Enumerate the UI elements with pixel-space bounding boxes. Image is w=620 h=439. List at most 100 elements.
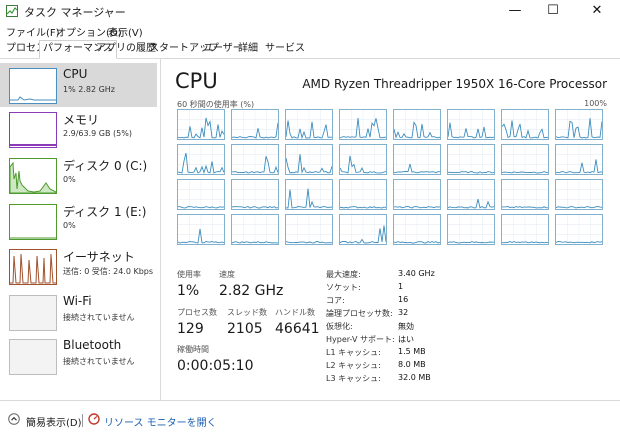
processor-name: AMD Ryzen Threadripper 1950X 16-Core Pro… xyxy=(302,77,607,91)
threads-value: 2105 xyxy=(227,321,263,337)
core-graph xyxy=(555,179,603,210)
core-graph xyxy=(555,144,603,175)
core-graph xyxy=(447,214,495,245)
core-graph xyxy=(447,109,495,140)
spec-value: 1.5 MB xyxy=(398,347,426,356)
menu-bar: ファイル(F) オプション(O) 表示(V) xyxy=(0,22,620,40)
core-graph xyxy=(339,179,387,210)
sidebar-item-detail: 接続されていません xyxy=(63,313,135,322)
sidebar-item-label: CPU xyxy=(63,67,88,81)
maximize-button[interactable]: ☐ xyxy=(536,0,570,22)
sidebar-item-disk-0[interactable]: ディスク 0 (C:) 0% xyxy=(0,153,157,197)
spec-label: 最大速度: xyxy=(326,270,361,279)
core-graph xyxy=(339,144,387,175)
sidebar-item-detail: 0% xyxy=(63,175,76,184)
sidebar-item-label: ディスク 1 (E:) xyxy=(63,205,147,219)
handles-label: ハンドル数 xyxy=(275,308,315,317)
fewer-details-button[interactable]: 簡易表示(D) xyxy=(26,414,82,429)
sidebar-item-cpu[interactable]: CPU 1% 2.82 GHz xyxy=(0,63,157,107)
core-graph xyxy=(501,214,549,245)
sidebar-item-detail: 0% xyxy=(63,221,76,230)
tab-details[interactable]: 詳細 xyxy=(235,41,261,57)
chevron-up-icon[interactable] xyxy=(8,413,20,425)
graph-max-label: 100% xyxy=(584,99,607,108)
core-graph xyxy=(231,109,279,140)
threads-label: スレッド数 xyxy=(227,308,267,317)
sidebar: CPU 1% 2.82 GHz メモリ 2.9/63.9 GB (5%) ディス… xyxy=(0,59,161,400)
speed-label: 速度 xyxy=(219,270,235,279)
sidebar-item-wifi[interactable]: Wi-Fi 接続されていません xyxy=(0,290,157,334)
core-graph xyxy=(447,179,495,210)
spec-label: 論理プロセッサ数: xyxy=(326,309,393,318)
core-graph xyxy=(555,109,603,140)
sidebar-item-label: ディスク 0 (C:) xyxy=(63,159,148,173)
title-bar: タスク マネージャー — ☐ ✕ xyxy=(0,0,620,22)
task-manager-icon xyxy=(6,5,18,17)
minimize-button[interactable]: — xyxy=(498,0,532,22)
core-graph xyxy=(447,144,495,175)
footer: 簡易表示(D) リソース モニターを開く xyxy=(0,400,620,439)
disk-1-thumbnail xyxy=(9,204,57,240)
spec-value: はい xyxy=(398,335,414,344)
spec-value: 8.0 MB xyxy=(398,360,426,369)
core-graph xyxy=(285,109,333,140)
core-graph xyxy=(393,179,441,210)
core-graph xyxy=(501,179,549,210)
disk-0-thumbnail xyxy=(9,158,57,194)
core-graph xyxy=(231,179,279,210)
ethernet-thumbnail xyxy=(9,249,57,285)
logical-processor-grid xyxy=(177,109,611,246)
spec-value: 3.40 GHz xyxy=(398,269,435,278)
spec-label: L3 キャッシュ: xyxy=(326,374,381,383)
handles-value: 46641 xyxy=(275,321,320,337)
bluetooth-thumbnail xyxy=(9,339,57,375)
spec-value: 16 xyxy=(398,295,409,304)
spec-label: L1 キャッシュ: xyxy=(326,348,381,357)
core-graph xyxy=(501,144,549,175)
spec-value: 32 xyxy=(398,308,409,317)
spec-value: 無効 xyxy=(398,322,414,331)
core-graph xyxy=(339,109,387,140)
uptime-label: 稼働時間 xyxy=(177,345,209,354)
core-graph xyxy=(177,214,225,245)
processes-value: 129 xyxy=(177,321,204,337)
sidebar-item-ethernet[interactable]: イーサネット 送信: 0 受信: 24.0 Kbps xyxy=(0,244,157,288)
core-graph xyxy=(555,214,603,245)
core-graph xyxy=(501,109,549,140)
sidebar-item-bluetooth[interactable]: Bluetooth 接続されていません xyxy=(0,334,157,378)
close-button[interactable]: ✕ xyxy=(580,0,614,22)
spec-value: 32.0 MB xyxy=(398,373,431,382)
processes-label: プロセス数 xyxy=(177,308,217,317)
page-title: CPU xyxy=(175,69,218,93)
spec-value: 1 xyxy=(398,282,404,291)
cpu-thumbnail xyxy=(9,68,57,104)
open-resource-monitor-link[interactable]: リソース モニターを開く xyxy=(104,414,217,429)
divider xyxy=(82,414,83,427)
core-graph xyxy=(339,214,387,245)
spec-label: コア: xyxy=(326,296,345,305)
spec-label: 仮想化: xyxy=(326,322,353,331)
resource-monitor-icon[interactable] xyxy=(88,413,100,425)
core-graph xyxy=(285,214,333,245)
menu-view[interactable]: 表示(V) xyxy=(108,24,143,39)
tab-bar: プロセス パフォーマンス アプリの履歴 スタートアップ ユーザー 詳細 サービス xyxy=(0,40,620,59)
sidebar-item-detail: 2.9/63.9 GB (5%) xyxy=(63,129,132,138)
sidebar-item-disk-1[interactable]: ディスク 1 (E:) 0% xyxy=(0,199,157,243)
core-graph xyxy=(177,144,225,175)
usage-label: 使用率 xyxy=(177,270,201,279)
memory-thumbnail xyxy=(9,112,57,148)
core-graph xyxy=(393,144,441,175)
sidebar-item-detail: 送信: 0 受信: 24.0 Kbps xyxy=(63,267,154,276)
window-title: タスク マネージャー xyxy=(24,6,126,19)
sidebar-item-label: Wi-Fi xyxy=(63,294,92,308)
tab-services[interactable]: サービス xyxy=(262,41,308,57)
core-graph xyxy=(285,179,333,210)
wifi-thumbnail xyxy=(9,295,57,331)
core-graph xyxy=(177,109,225,140)
spec-label: ソケット: xyxy=(326,283,361,292)
sidebar-item-detail: 接続されていません xyxy=(63,357,135,366)
sidebar-item-memory[interactable]: メモリ 2.9/63.9 GB (5%) xyxy=(0,107,157,151)
core-graph xyxy=(177,179,225,210)
sidebar-item-label: イーサネット xyxy=(63,250,135,264)
menu-file[interactable]: ファイル(F) xyxy=(6,24,60,39)
